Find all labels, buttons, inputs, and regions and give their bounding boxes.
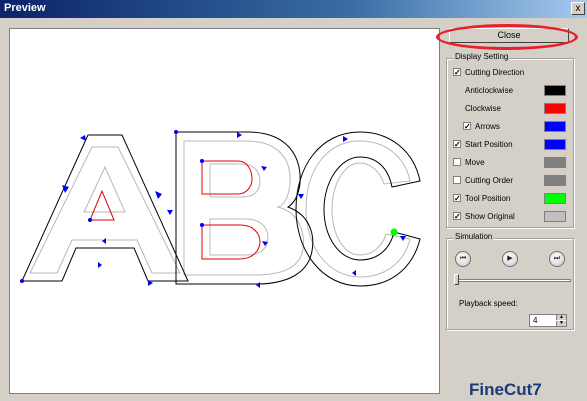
- display-setting-checkbox[interactable]: [453, 158, 461, 166]
- window-close-icon[interactable]: x: [571, 2, 585, 15]
- display-setting-label: Tool Position: [465, 193, 511, 203]
- display-setting-label: Cutting Direction: [465, 67, 525, 77]
- close-button[interactable]: Close: [449, 28, 569, 43]
- display-setting-label: Start Position: [465, 139, 513, 149]
- display-setting-row[interactable]: ✓ Arrows: [463, 119, 500, 133]
- color-swatch[interactable]: [544, 121, 566, 132]
- display-setting-row: Clockwise: [465, 101, 501, 115]
- display-setting-label: Move: [465, 157, 485, 167]
- display-setting-checkbox[interactable]: ✓: [453, 140, 461, 149]
- play-button[interactable]: ▶: [502, 251, 518, 267]
- preview-canvas[interactable]: [9, 28, 440, 394]
- simulation-slider-thumb[interactable]: [454, 274, 459, 285]
- display-setting-checkbox[interactable]: ✓: [463, 122, 471, 131]
- simulation-group: Simulation ⏮ ▶ ⏭ Playback speed: 4 ▲ ▼: [446, 232, 574, 330]
- skip-forward-button[interactable]: ⏭: [549, 251, 565, 267]
- color-swatch[interactable]: [544, 157, 566, 168]
- skip-back-button[interactable]: ⏮: [455, 251, 471, 267]
- preview-window: Close Display Setting ✓ Cutting Direction…: [0, 18, 587, 401]
- simulation-title: Simulation: [453, 232, 495, 241]
- display-setting-row[interactable]: ✓ Show Original: [453, 209, 515, 223]
- display-setting-row[interactable]: Move: [453, 155, 485, 169]
- finecut-logo: FineCut7: [469, 380, 542, 399]
- display-setting-label: Anticlockwise: [465, 85, 514, 95]
- display-setting-checkbox[interactable]: ✓: [453, 212, 461, 221]
- start-positions: [20, 130, 396, 283]
- display-setting-row[interactable]: ✓ Tool Position: [453, 191, 510, 205]
- display-setting-label: Clockwise: [465, 103, 502, 113]
- clockwise-path: [89, 160, 261, 260]
- window-title: Preview: [4, 2, 46, 14]
- color-swatch[interactable]: [544, 139, 566, 150]
- color-swatch[interactable]: [544, 175, 566, 186]
- direction-arrows: [62, 132, 406, 288]
- tool-position-marker: [390, 228, 398, 236]
- spin-down-icon[interactable]: ▼: [556, 321, 566, 326]
- display-setting-row[interactable]: ✓ Start Position: [453, 137, 513, 151]
- simulation-slider-track[interactable]: [454, 279, 571, 282]
- display-setting-row[interactable]: Cutting Order: [453, 173, 513, 187]
- playback-speed-label: Playback speed:: [459, 299, 518, 308]
- skip-forward-icon: ⏭: [553, 255, 561, 262]
- color-swatch[interactable]: [544, 211, 566, 222]
- play-icon: ▶: [507, 255, 513, 262]
- color-swatch[interactable]: [544, 103, 566, 114]
- display-setting-label: Cutting Order: [465, 175, 514, 185]
- playback-speed-input[interactable]: 4 ▲ ▼: [529, 314, 567, 327]
- display-setting-row[interactable]: ✓ Cutting Direction: [453, 65, 524, 79]
- display-setting-checkbox[interactable]: ✓: [453, 68, 461, 77]
- display-setting-group: Display Setting ✓ Cutting Direction Anticl…: [446, 52, 574, 228]
- display-setting-row: Anticlockwise: [465, 83, 513, 97]
- display-setting-title: Display Setting: [453, 52, 511, 61]
- display-setting-label: Arrows: [475, 121, 500, 131]
- color-swatch[interactable]: [544, 85, 566, 96]
- display-setting-checkbox[interactable]: ✓: [453, 194, 461, 203]
- display-setting-label: Show Original: [465, 211, 515, 221]
- cut-path-outline: [21, 131, 421, 287]
- title-bar: Preview x: [0, 0, 587, 18]
- skip-back-icon: ⏮: [459, 255, 467, 262]
- playback-speed-value: 4: [533, 316, 538, 325]
- display-setting-checkbox[interactable]: [453, 176, 461, 184]
- color-swatch[interactable]: [544, 193, 566, 204]
